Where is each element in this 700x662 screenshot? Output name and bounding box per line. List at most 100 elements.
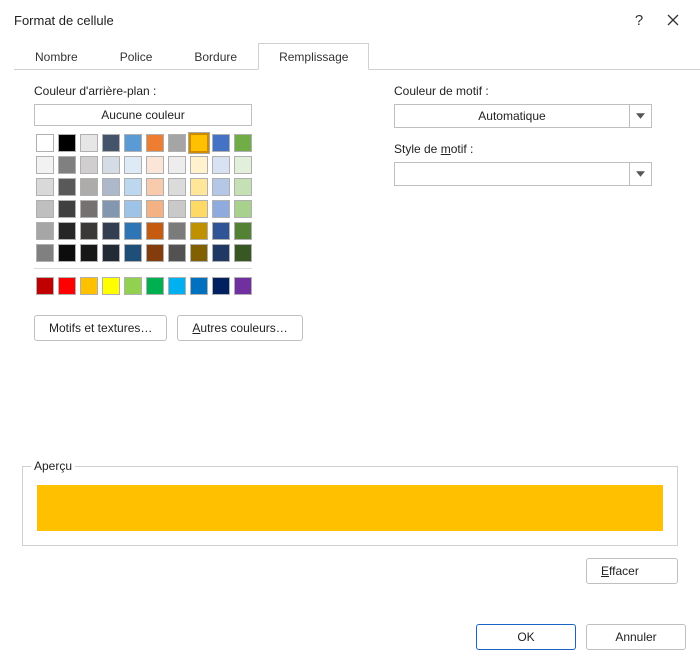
color-swatch[interactable] (102, 156, 120, 174)
color-swatch[interactable] (36, 200, 54, 218)
color-swatch[interactable] (212, 244, 230, 262)
theme-shade-grid (34, 154, 254, 264)
color-swatch[interactable] (58, 244, 76, 262)
color-swatch[interactable] (124, 200, 142, 218)
tab-remplissage[interactable]: Remplissage (258, 43, 369, 70)
color-swatch[interactable] (234, 134, 252, 152)
preview-swatch (37, 485, 663, 531)
preview-label: Aperçu (31, 459, 75, 473)
color-swatch[interactable] (80, 156, 98, 174)
clear-button[interactable]: Effacer (586, 558, 678, 584)
ok-button[interactable]: OK (476, 624, 576, 650)
cancel-button[interactable]: Annuler (586, 624, 686, 650)
color-swatch[interactable] (80, 222, 98, 240)
color-swatch[interactable] (102, 277, 120, 295)
color-swatch[interactable] (124, 178, 142, 196)
color-swatch[interactable] (102, 244, 120, 262)
color-swatch[interactable] (168, 134, 186, 152)
color-swatch[interactable] (80, 200, 98, 218)
color-swatch[interactable] (58, 200, 76, 218)
color-swatch[interactable] (146, 156, 164, 174)
color-swatch[interactable] (80, 178, 98, 196)
clear-rest: ffacer (609, 564, 639, 578)
color-swatch[interactable] (190, 222, 208, 240)
pattern-style-combo[interactable] (394, 162, 652, 186)
more-colors-button[interactable]: Autres couleurs… (177, 315, 302, 341)
tab-nombre[interactable]: Nombre (14, 43, 99, 70)
color-swatch[interactable] (146, 222, 164, 240)
color-swatch[interactable] (80, 134, 98, 152)
tabstrip: NombrePoliceBordureRemplissage (14, 42, 700, 70)
color-swatch[interactable] (234, 244, 252, 262)
color-swatch[interactable] (212, 178, 230, 196)
color-swatch[interactable] (58, 156, 76, 174)
color-swatch[interactable] (80, 277, 98, 295)
color-swatch[interactable] (80, 244, 98, 262)
color-swatch[interactable] (168, 200, 186, 218)
color-swatch[interactable] (36, 244, 54, 262)
color-swatch[interactable] (190, 277, 208, 295)
theme-color-row (34, 132, 254, 154)
color-swatch[interactable] (36, 178, 54, 196)
color-swatch[interactable] (168, 178, 186, 196)
color-swatch[interactable] (212, 134, 230, 152)
color-swatch[interactable] (102, 134, 120, 152)
color-swatch[interactable] (102, 178, 120, 196)
color-swatch[interactable] (168, 156, 186, 174)
color-swatch[interactable] (124, 277, 142, 295)
color-swatch[interactable] (168, 222, 186, 240)
pattern-color-value: Automatique (395, 109, 629, 123)
color-swatch[interactable] (212, 156, 230, 174)
color-swatch[interactable] (36, 222, 54, 240)
tab-bordure[interactable]: Bordure (173, 43, 258, 70)
color-swatch[interactable] (212, 222, 230, 240)
color-swatch[interactable] (234, 200, 252, 218)
color-swatch[interactable] (212, 277, 230, 295)
color-swatch[interactable] (168, 277, 186, 295)
color-swatch[interactable] (234, 222, 252, 240)
color-swatch[interactable] (234, 178, 252, 196)
color-swatch[interactable] (124, 134, 142, 152)
clear-u: E (601, 564, 609, 578)
color-swatch[interactable] (190, 156, 208, 174)
chevron-down-icon (629, 163, 651, 185)
color-swatch[interactable] (168, 244, 186, 262)
close-icon[interactable] (656, 6, 690, 34)
help-icon[interactable]: ? (622, 6, 656, 34)
color-swatch[interactable] (36, 134, 54, 152)
color-swatch[interactable] (124, 244, 142, 262)
color-swatch[interactable] (146, 134, 164, 152)
color-swatch[interactable] (234, 156, 252, 174)
color-swatch[interactable] (58, 277, 76, 295)
color-swatch[interactable] (146, 277, 164, 295)
color-swatch[interactable] (102, 200, 120, 218)
color-swatch[interactable] (124, 156, 142, 174)
window-title: Format de cellule (14, 13, 622, 28)
tab-police[interactable]: Police (99, 43, 174, 70)
color-swatch[interactable] (212, 200, 230, 218)
color-swatch[interactable] (234, 277, 252, 295)
color-swatch[interactable] (146, 178, 164, 196)
more-colors-rest: utres couleurs… (200, 321, 287, 335)
color-swatch[interactable] (146, 200, 164, 218)
color-swatch[interactable] (190, 134, 208, 152)
color-swatch[interactable] (36, 156, 54, 174)
pattern-color-label: Couleur de motif : (394, 84, 678, 98)
color-swatch[interactable] (190, 244, 208, 262)
color-swatch[interactable] (36, 277, 54, 295)
background-color-label: Couleur d'arrière-plan : (34, 84, 354, 98)
divider (34, 268, 252, 269)
color-swatch[interactable] (146, 244, 164, 262)
color-swatch[interactable] (190, 200, 208, 218)
color-swatch[interactable] (58, 178, 76, 196)
color-swatch[interactable] (58, 222, 76, 240)
pattern-color-combo[interactable]: Automatique (394, 104, 652, 128)
color-swatch[interactable] (190, 178, 208, 196)
fill-effects-button[interactable]: Motifs et textures… (34, 315, 167, 341)
color-swatch[interactable] (58, 134, 76, 152)
color-swatch[interactable] (102, 222, 120, 240)
no-color-button[interactable]: Aucune couleur (34, 104, 252, 126)
standard-color-row (34, 275, 254, 297)
color-swatch[interactable] (124, 222, 142, 240)
pattern-style-label: Style de motif : (394, 142, 678, 156)
